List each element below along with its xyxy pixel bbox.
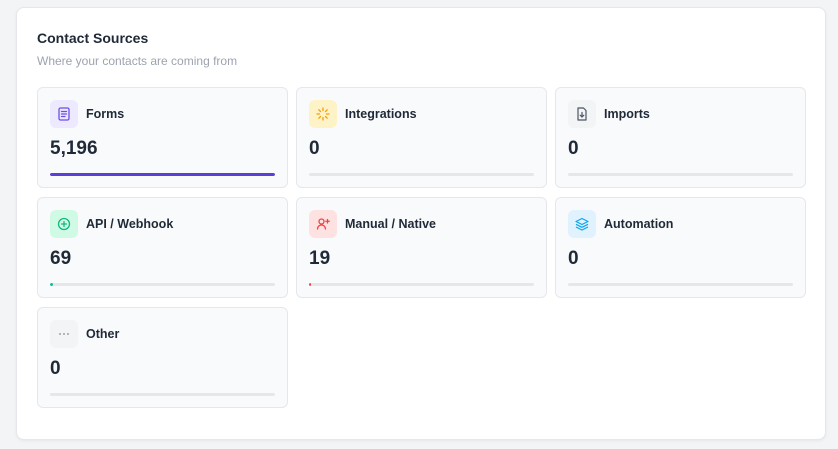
- plus-circle-icon: [50, 210, 78, 238]
- source-value: 0: [50, 358, 61, 379]
- user-plus-icon: [309, 210, 337, 238]
- source-value: 0: [568, 138, 579, 159]
- more-horizontal-icon: [50, 320, 78, 348]
- source-value: 0: [568, 248, 579, 269]
- file-import-icon: [568, 100, 596, 128]
- source-tile-forms[interactable]: Forms 5,196: [37, 87, 288, 188]
- source-label: Integrations: [345, 107, 417, 121]
- source-progress-track: [50, 173, 275, 176]
- loader-icon: [309, 100, 337, 128]
- source-label: API / Webhook: [86, 217, 174, 231]
- source-label: Automation: [604, 217, 674, 231]
- contact-sources-card: Contact Sources Where your contacts are …: [16, 7, 826, 440]
- source-tile-integrations[interactable]: Integrations 0: [296, 87, 547, 188]
- source-label: Forms: [86, 107, 125, 121]
- source-progress-track: [50, 393, 275, 396]
- source-value: 0: [309, 138, 320, 159]
- source-progress-fill: [309, 283, 312, 286]
- source-tile-other[interactable]: Other 0: [37, 307, 288, 408]
- source-progress-track: [309, 283, 534, 286]
- source-tile-imports[interactable]: Imports 0: [555, 87, 806, 188]
- source-label: Manual / Native: [345, 217, 436, 231]
- source-value: 5,196: [50, 138, 98, 159]
- source-progress-track: [568, 173, 793, 176]
- source-value: 19: [309, 248, 331, 269]
- source-progress-fill: [50, 173, 275, 176]
- sources-grid: Forms 5,196 Integrations 0 Imports 0 API…: [37, 87, 806, 408]
- source-progress-track: [50, 283, 275, 286]
- card-title: Contact Sources: [37, 30, 149, 46]
- source-progress-fill: [50, 283, 53, 286]
- source-progress-track: [568, 283, 793, 286]
- source-label: Imports: [604, 107, 650, 121]
- source-tile-api-webhook[interactable]: API / Webhook 69: [37, 197, 288, 298]
- source-tile-manual-native[interactable]: Manual / Native 19: [296, 197, 547, 298]
- layers-icon: [568, 210, 596, 238]
- source-progress-track: [309, 173, 534, 176]
- source-value: 69: [50, 248, 72, 269]
- document-icon: [50, 100, 78, 128]
- source-tile-automation[interactable]: Automation 0: [555, 197, 806, 298]
- source-label: Other: [86, 327, 120, 341]
- card-subtitle: Where your contacts are coming from: [37, 54, 238, 68]
